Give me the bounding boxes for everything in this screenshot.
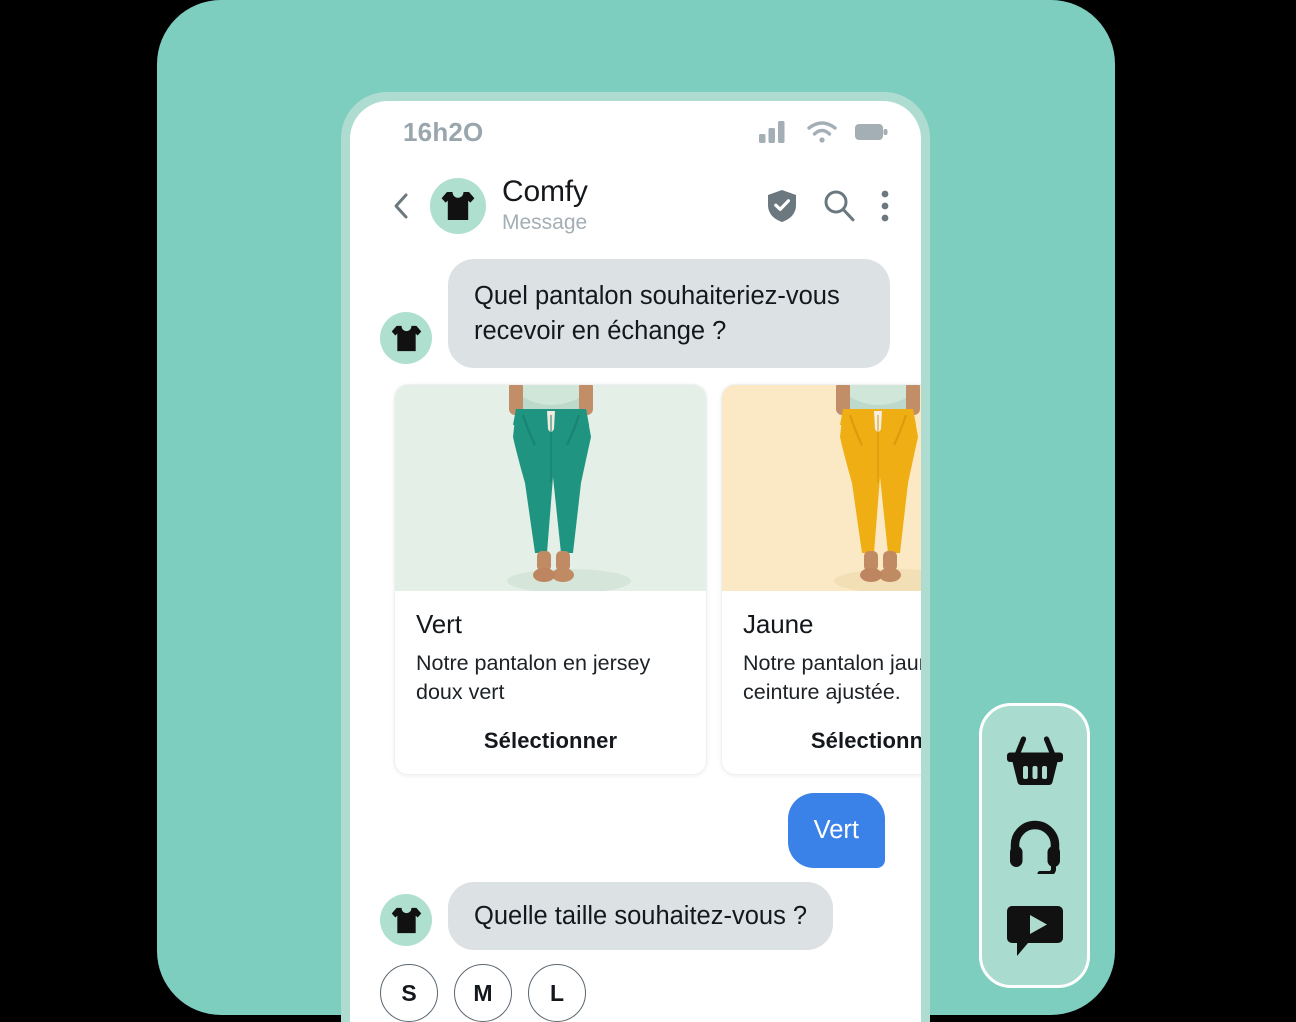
wifi-icon bbox=[807, 121, 837, 143]
chevron-left-icon bbox=[394, 193, 408, 219]
tshirt-icon bbox=[391, 907, 421, 934]
product-card[interactable]: Vert Notre pantalon en jersey doux vert … bbox=[394, 384, 707, 776]
basket-button[interactable] bbox=[1004, 730, 1066, 792]
header-subtitle: Message bbox=[502, 210, 588, 234]
size-options: S M L bbox=[350, 964, 921, 1022]
product-card-body: Vert Notre pantalon en jersey doux vert … bbox=[395, 591, 706, 774]
shield-check-icon[interactable] bbox=[767, 189, 797, 223]
header-text-group: Comfy Message bbox=[502, 175, 767, 236]
avatar bbox=[380, 312, 432, 365]
product-title: Jaune bbox=[743, 609, 814, 640]
tshirt-icon bbox=[441, 192, 475, 220]
avatar bbox=[380, 894, 432, 947]
chat-play-icon bbox=[1006, 905, 1063, 956]
headset-icon bbox=[1009, 820, 1060, 874]
chat-header: Comfy Message bbox=[350, 163, 921, 249]
status-icons-group bbox=[759, 121, 888, 143]
status-bar: 16h2O bbox=[350, 101, 921, 163]
floating-action-sidebar bbox=[979, 703, 1090, 988]
size-option-s[interactable]: S bbox=[380, 964, 438, 1022]
screenshot-stage: 16h2O Comfy Message Quel pantalon souhai… bbox=[0, 0, 1296, 1022]
support-button[interactable] bbox=[1004, 815, 1066, 877]
message-bubble: Quel pantalon souhaiteriez-vous recevoir… bbox=[448, 259, 890, 369]
signal-icon bbox=[759, 121, 789, 143]
shopping-basket-icon bbox=[1006, 735, 1063, 785]
yellow-pants-photo bbox=[722, 385, 921, 592]
product-description: Notre pantalon jaune à ceinture ajustée. bbox=[743, 651, 921, 704]
video-chat-button[interactable] bbox=[1004, 900, 1066, 962]
page-title: Comfy bbox=[502, 175, 588, 209]
more-vertical-icon[interactable] bbox=[881, 190, 889, 222]
user-message-bubble: Vert bbox=[787, 793, 885, 868]
message-row-bot-2: Quelle taille souhaitez-vous ? bbox=[350, 881, 921, 951]
size-option-m[interactable]: M bbox=[454, 964, 512, 1022]
product-card-body: Jaune Notre pantalon jaune à ceinture aj… bbox=[722, 591, 921, 774]
select-button[interactable]: Sélectionner bbox=[743, 728, 921, 754]
message-bubble: Quelle taille souhaitez-vous ? bbox=[448, 881, 834, 951]
product-carousel[interactable]: Vert Notre pantalon en jersey doux vert … bbox=[350, 384, 921, 776]
size-option-l[interactable]: L bbox=[528, 964, 586, 1022]
tshirt-icon bbox=[391, 325, 421, 351]
phone-mockup: 16h2O Comfy Message Quel pantalon souhai… bbox=[341, 92, 930, 1022]
green-pants-photo bbox=[395, 385, 706, 592]
product-card[interactable]: Jaune Notre pantalon jaune à ceinture aj… bbox=[721, 384, 921, 776]
product-title: Vert bbox=[416, 609, 462, 640]
select-button[interactable]: Sélectionner bbox=[416, 728, 685, 754]
battery-icon bbox=[855, 122, 888, 142]
message-row-user: Vert bbox=[350, 793, 921, 868]
phone-screen: 16h2O Comfy Message Quel pantalon souhai… bbox=[350, 101, 921, 1022]
message-row-bot-1: Quel pantalon souhaiteriez-vous recevoir… bbox=[350, 259, 921, 369]
product-description: Notre pantalon en jersey doux vert bbox=[416, 651, 651, 704]
status-time: 16h2O bbox=[403, 116, 484, 147]
header-actions bbox=[767, 189, 889, 223]
message-list: Quel pantalon souhaiteriez-vous recevoir… bbox=[350, 249, 921, 1022]
search-icon[interactable] bbox=[823, 189, 855, 223]
header-avatar[interactable] bbox=[430, 178, 486, 234]
back-button[interactable] bbox=[388, 192, 414, 220]
